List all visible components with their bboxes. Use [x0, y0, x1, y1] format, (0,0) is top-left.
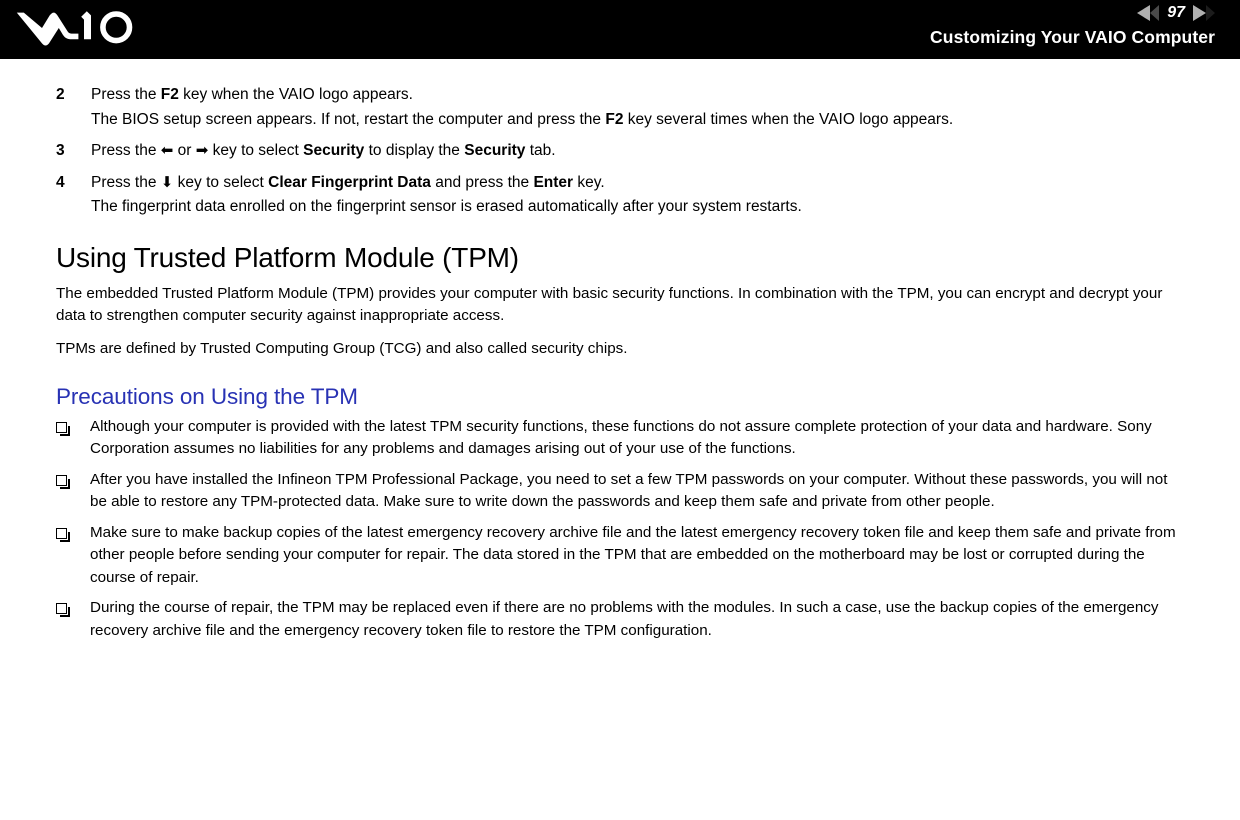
list-item: After you have installed the Infineon TP… [56, 469, 1185, 514]
step-4-key-enter: Enter [533, 173, 574, 191]
left-triangle-icon [1137, 5, 1151, 21]
square-bullet-icon [56, 474, 70, 489]
step-text: Press the ⬅ or ➡ key to select Security … [91, 139, 1185, 164]
page-navigation: 97 [930, 0, 1215, 24]
header-right-group: 97 Customizing Your VAIO Computer [930, 0, 1215, 48]
right-triangle-icon [1193, 5, 1206, 21]
step-4-line1-c: and press the [430, 173, 534, 191]
header-title: Customizing Your VAIO Computer [930, 27, 1215, 47]
step-3-or: or [173, 142, 196, 159]
bullet-marker [56, 416, 90, 436]
step-number: 3 [56, 142, 65, 159]
section-paragraph: TPMs are defined by Trusted Computing Gr… [56, 339, 628, 357]
bullet-marker [56, 522, 90, 542]
square-bullet-icon [56, 603, 70, 618]
step-2-detail: The BIOS setup screen appears. If not, r… [91, 108, 1185, 133]
bullet-marker [56, 597, 90, 618]
step-3-line1-d: tab. [525, 142, 556, 159]
step-4-line1-a: Press the [91, 173, 161, 191]
numbered-steps-list: 2 Press the F2 key when the VAIO logo ap… [56, 83, 1185, 220]
arrow-left-icon: ⬅ [160, 142, 174, 159]
step-number: 2 [56, 86, 65, 103]
arrow-down-icon: ⬇ [160, 173, 174, 191]
step-3-key-security-tab: Security [464, 142, 526, 159]
step-2-line1-b: key when the VAIO logo appears. [178, 86, 413, 103]
step-item: 3 Press the ⬅ or ➡ key to select Securit… [56, 139, 1185, 164]
precautions-bullet-list: Although your computer is provided with … [56, 416, 1185, 643]
step-2-line2-a: The BIOS setup screen appears. If not, r… [91, 110, 606, 128]
step-4-key-clear-fingerprint-data: Clear Fingerprint Data [268, 173, 431, 191]
prev-page-button[interactable] [1137, 5, 1160, 21]
arrow-right-icon: ➡ [195, 142, 209, 159]
step-4-line1-b: key to select [173, 173, 269, 191]
square-bullet-icon [56, 527, 70, 542]
step-4-line1-d: key. [573, 173, 605, 191]
right-triangle-secondary-icon [1206, 5, 1215, 21]
step-2-line2-b: key several times when the VAIO logo app… [623, 110, 954, 128]
list-item: During the course of repair, the TPM may… [56, 597, 1185, 642]
list-item-text: During the course of repair, the TPM may… [90, 599, 1159, 639]
step-4-detail: The fingerprint data enrolled on the fin… [91, 198, 802, 215]
square-bullet-icon [56, 421, 70, 436]
page-header: 97 Customizing Your VAIO Computer [0, 0, 1240, 59]
step-2-line1-a: Press the [91, 86, 161, 103]
list-item: Make sure to make backup copies of the l… [56, 522, 1185, 590]
vaio-logo [14, 7, 154, 49]
step-text: Press the F2 key when the VAIO logo appe… [91, 83, 1185, 132]
list-item: Although your computer is provided with … [56, 416, 1185, 461]
list-item-text: After you have installed the Infineon TP… [90, 470, 1168, 511]
list-item-text: Make sure to make backup copies of the l… [90, 523, 1176, 586]
section-paragraph: The embedded Trusted Platform Module (TP… [56, 284, 1163, 325]
step-3-line1-c: to display the [364, 142, 465, 159]
subsection-title: Precautions on Using the TPM [56, 384, 358, 410]
section-title: Using Trusted Platform Module (TPM) [56, 241, 519, 273]
step-number: 4 [56, 173, 65, 191]
step-2-key-f2: F2 [160, 86, 179, 103]
bullet-marker [56, 469, 90, 489]
step-item: 4 Press the ⬇ key to select Clear Finger… [56, 171, 1185, 220]
step-text: Press the ⬇ key to select Clear Fingerpr… [91, 171, 1185, 220]
step-3-key-security: Security [303, 142, 365, 159]
next-page-button[interactable] [1193, 5, 1215, 21]
page-content: 2 Press the F2 key when the VAIO logo ap… [0, 83, 1240, 642]
step-3-line1-b: key to select [208, 142, 304, 159]
left-triangle-secondary-icon [1150, 5, 1160, 21]
list-item-text: Although your computer is provided with … [90, 417, 1152, 458]
step-3-line1-a: Press the [91, 142, 161, 159]
step-item: 2 Press the F2 key when the VAIO logo ap… [56, 83, 1185, 132]
page-number: 97 [1167, 4, 1185, 21]
step-2-key-f2-second: F2 [605, 110, 624, 128]
